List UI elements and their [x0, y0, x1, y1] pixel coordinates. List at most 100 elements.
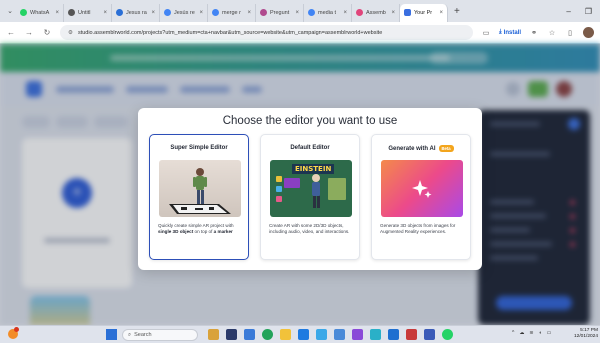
profile-avatar[interactable]: [583, 27, 594, 38]
browser-tab[interactable]: Untitl ×: [64, 3, 112, 22]
option-title-text: Generate with AI: [388, 146, 436, 153]
page-favicon-icon: [260, 9, 267, 16]
default-editor-option[interactable]: Default Editor EINSTEIN Create AR with s…: [260, 134, 360, 260]
taskbar-app-icon[interactable]: [388, 329, 399, 340]
desc-text: on top of: [193, 229, 214, 235]
assemblr-favicon-icon: [356, 9, 363, 16]
reload-icon[interactable]: ↻: [42, 28, 52, 37]
browser-tab[interactable]: media t ×: [304, 3, 352, 22]
tab-label: Jesús re: [174, 9, 195, 16]
window-controls: – ❐: [566, 7, 600, 16]
os-taskbar: ⌕ Search ^ ☁ ≋ ◖ ▭ 5:17 PM 12/01/2024: [0, 325, 600, 343]
desc-bold: a marker: [213, 229, 233, 235]
clock-date: 12/01/2024: [573, 334, 598, 339]
minimize-icon[interactable]: –: [566, 7, 570, 16]
taskbar-app-icon[interactable]: [370, 329, 381, 340]
forward-arrow-icon[interactable]: →: [24, 28, 34, 37]
whatsapp-icon[interactable]: [442, 329, 453, 340]
tab-search-icon[interactable]: ⌄: [4, 7, 16, 15]
site-info-icon[interactable]: ⚙: [68, 30, 73, 36]
file-explorer-icon[interactable]: [280, 329, 291, 340]
browser-tab[interactable]: Assemb ×: [352, 3, 400, 22]
install-label: Install: [503, 29, 521, 36]
default-editor-illustration: [276, 174, 346, 208]
system-tray: ^ ☁ ≋ ◖ ▭: [512, 330, 551, 336]
assemblr-favicon-icon: [404, 9, 411, 16]
weather-widget-icon[interactable]: [8, 327, 19, 339]
volume-icon[interactable]: ◖: [539, 330, 542, 336]
tab-label: Jesus ra: [126, 9, 147, 16]
browser-tab[interactable]: merge r ×: [208, 3, 256, 22]
beta-badge: Beta: [438, 145, 454, 152]
super-simple-editor-preview: [159, 160, 241, 217]
close-tab-icon[interactable]: ×: [343, 10, 347, 16]
close-tab-icon[interactable]: ×: [247, 10, 251, 16]
cast-icon[interactable]: ▭: [481, 29, 491, 37]
browser-tab[interactable]: WhatsA ×: [16, 3, 64, 22]
windows-start-icon[interactable]: [106, 329, 117, 340]
browser-tab[interactable]: Pregunt ×: [256, 3, 304, 22]
option-title: Default Editor: [290, 145, 330, 151]
new-tab-button[interactable]: +: [454, 6, 468, 17]
close-tab-icon[interactable]: ×: [55, 10, 59, 16]
desc-text: Quickly create simple AR project with: [158, 223, 234, 228]
taskbar-app-icon[interactable]: [208, 329, 219, 340]
taskbar-app-icon[interactable]: [424, 329, 435, 340]
taskbar-app-icon[interactable]: [226, 329, 237, 340]
default-editor-preview: EINSTEIN: [270, 160, 352, 217]
install-app-button[interactable]: ⤓ Install: [499, 29, 521, 36]
option-description: Quickly create simple AR project with si…: [158, 223, 244, 235]
restore-icon[interactable]: ❐: [585, 7, 592, 16]
taskbar-clock[interactable]: 5:17 PM 12/01/2024: [572, 328, 598, 340]
tab-label: Untitl: [78, 9, 91, 16]
close-tab-icon[interactable]: ×: [151, 10, 155, 16]
close-tab-icon[interactable]: ×: [439, 10, 443, 16]
ai-generate-preview: [381, 160, 463, 217]
tab-label: merge r: [222, 9, 241, 16]
desc-bold: single 3D object: [158, 229, 194, 235]
taskbar-app-icon[interactable]: [316, 329, 327, 340]
search-placeholder: Search: [134, 332, 152, 338]
option-title: Super Simple Editor: [170, 145, 228, 151]
close-tab-icon[interactable]: ×: [103, 10, 107, 16]
taskbar-app-icon[interactable]: [244, 329, 255, 340]
browser-tab[interactable]: Jesus ra ×: [112, 3, 160, 22]
bookmark-star-icon[interactable]: ☆: [547, 29, 557, 37]
close-tab-icon[interactable]: ×: [391, 10, 395, 16]
wifi-icon[interactable]: ≋: [529, 330, 533, 336]
google-favicon-icon: [308, 9, 315, 16]
browser-tab[interactable]: Jesús re ×: [160, 3, 208, 22]
browser-toolbar: ← → ↻ ⚙ studio.assemblrworld.com/project…: [0, 22, 600, 44]
sidebar-icon[interactable]: ▯: [565, 29, 575, 37]
close-tab-icon[interactable]: ×: [295, 10, 299, 16]
option-description: Create AR with some 2D/3D objects, inclu…: [269, 223, 350, 235]
battery-icon[interactable]: ▭: [547, 330, 552, 336]
taskbar-app-icon[interactable]: [406, 329, 417, 340]
taskbar-app-icon[interactable]: [298, 329, 309, 340]
generate-with-ai-option[interactable]: Generate with AI Beta Generate 3D objects…: [371, 134, 471, 260]
address-bar[interactable]: ⚙ studio.assemblrworld.com/projects?utm_…: [60, 25, 473, 40]
onedrive-icon[interactable]: ☁: [519, 330, 524, 336]
close-tab-icon[interactable]: ×: [199, 10, 203, 16]
browser-tab-active[interactable]: Your Pr ×: [400, 3, 448, 22]
tab-label: media t: [318, 9, 337, 16]
extensions-icon[interactable]: ⚭: [529, 29, 539, 37]
tab-label: Assemb: [366, 9, 386, 16]
url-text: studio.assemblrworld.com/projects?utm_me…: [77, 29, 383, 36]
super-simple-editor-option[interactable]: Super Simple Editor Quickly create simpl…: [149, 134, 249, 260]
page-favicon-icon: [116, 9, 123, 16]
whatsapp-favicon-icon: [20, 9, 27, 16]
chrome-icon[interactable]: [262, 329, 273, 340]
search-icon: ⌕: [128, 331, 132, 338]
ar-marker-figure-illustration: [169, 168, 231, 214]
install-icon: ⤓: [499, 29, 502, 35]
untitled-favicon-icon: [68, 9, 75, 16]
tray-chevron-icon[interactable]: ^: [512, 330, 514, 336]
taskbar-app-icon[interactable]: [352, 329, 363, 340]
taskbar-search-box[interactable]: ⌕ Search: [122, 329, 198, 341]
option-title: Generate with AI Beta: [372, 145, 470, 152]
choose-editor-modal: Choose the editor you want to use Super …: [138, 108, 482, 270]
back-arrow-icon[interactable]: ←: [6, 28, 16, 37]
taskbar-app-icon[interactable]: [334, 329, 345, 340]
tab-label: Your Pr: [414, 9, 433, 16]
